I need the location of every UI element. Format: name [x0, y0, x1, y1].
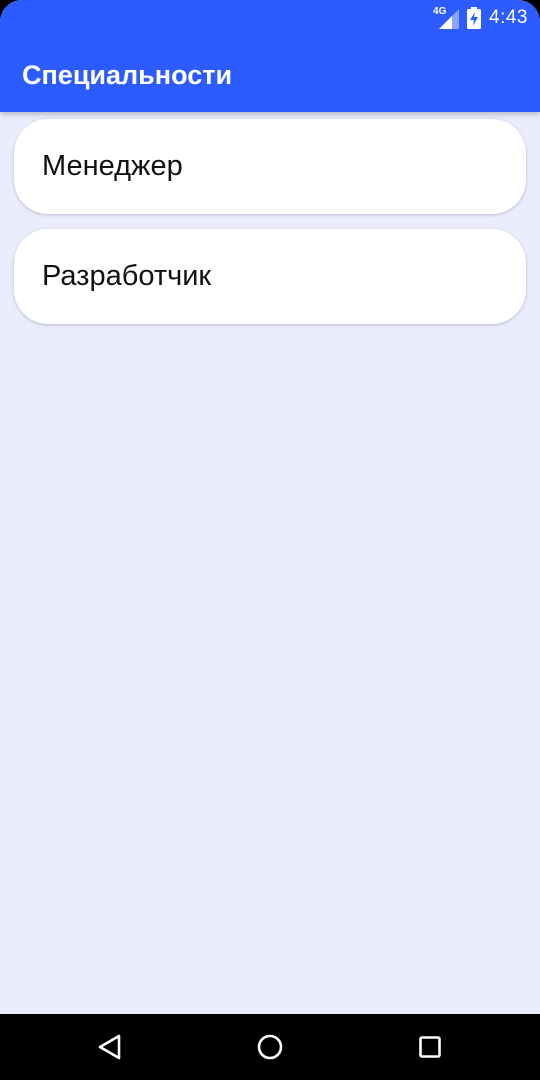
- back-icon: [98, 1034, 121, 1060]
- app-screen: 4G 4:43 Специальности Менеджер Разработч…: [0, 0, 540, 1080]
- home-button[interactable]: [250, 1027, 290, 1067]
- list-item-developer[interactable]: Разработчик: [14, 229, 526, 324]
- home-icon: [257, 1034, 283, 1060]
- recents-icon: [419, 1036, 441, 1058]
- list-item-label: Менеджер: [42, 150, 183, 182]
- status-icons: 4G 4:43: [433, 6, 528, 30]
- signal-icon: [439, 9, 460, 29]
- recents-button[interactable]: [410, 1027, 450, 1067]
- specialties-list: Менеджер Разработчик: [14, 119, 526, 339]
- status-bar: 4G 4:43: [0, 0, 540, 36]
- page-title: Специальности: [22, 60, 233, 90]
- status-time: 4:43: [489, 7, 528, 28]
- network-indicator: 4G: [433, 7, 460, 29]
- list-item-manager[interactable]: Менеджер: [14, 119, 526, 214]
- battery-charging-icon: [467, 7, 482, 29]
- list-item-label: Разработчик: [42, 260, 212, 292]
- navigation-bar: [0, 1014, 540, 1080]
- app-bar: 4G 4:43 Специальности: [0, 0, 540, 112]
- back-button[interactable]: [90, 1027, 130, 1067]
